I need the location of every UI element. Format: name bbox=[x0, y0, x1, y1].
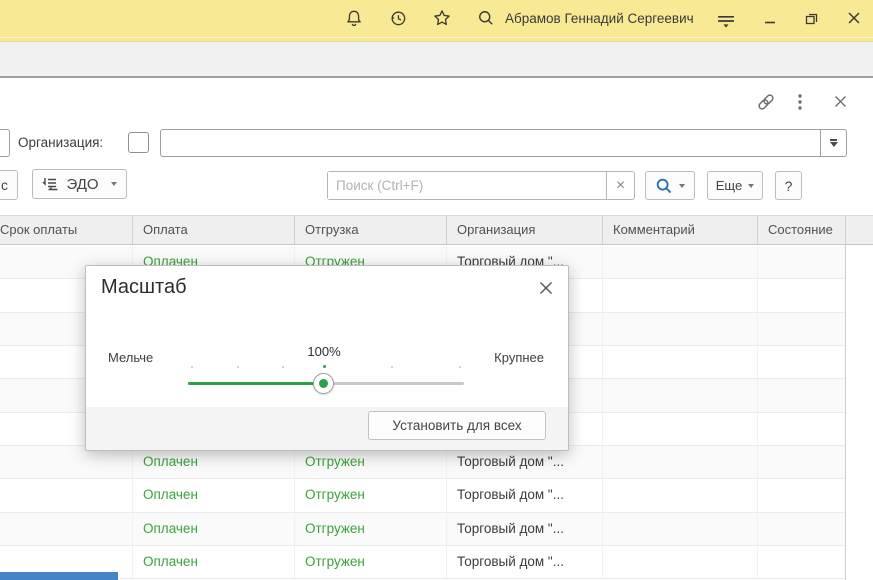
history-icon[interactable] bbox=[388, 8, 408, 28]
cell-state bbox=[758, 479, 845, 511]
cell-comment bbox=[603, 513, 758, 545]
slider-tick bbox=[282, 366, 284, 368]
cell-shipment: Отгружен bbox=[295, 546, 447, 578]
cell-organization: Торговый дом "... bbox=[447, 546, 603, 578]
zoom-slider-fill bbox=[188, 382, 324, 385]
zoom-dialog-footer: Установить для всех bbox=[86, 407, 568, 450]
zoom-dialog-close-icon[interactable] bbox=[538, 280, 554, 296]
cell-state bbox=[758, 513, 845, 545]
cell-state bbox=[758, 279, 845, 311]
more-caret-icon bbox=[748, 184, 754, 188]
organization-input[interactable] bbox=[161, 130, 820, 156]
app-toolbar-strip bbox=[0, 42, 873, 76]
cell-state bbox=[758, 346, 845, 378]
search-loupe-icon bbox=[655, 177, 673, 195]
slider-tick bbox=[237, 366, 239, 368]
cell-comment bbox=[603, 446, 758, 478]
global-search-icon[interactable] bbox=[476, 8, 496, 28]
partial-toolbar-button[interactable]: с bbox=[0, 170, 18, 200]
zoom-dialog: Масштаб Мельче Крупнее 100% Установить д… bbox=[85, 265, 569, 451]
close-form-icon[interactable] bbox=[833, 94, 848, 109]
partial-filter-field[interactable] bbox=[0, 129, 10, 157]
find-caret-icon bbox=[679, 184, 685, 188]
slider-tick bbox=[391, 366, 393, 368]
cell-organization: Торговый дом "... bbox=[447, 513, 603, 545]
edo-icon bbox=[42, 175, 60, 193]
cell-organization: Торговый дом "... bbox=[447, 479, 603, 511]
cell-payment: Оплачен bbox=[133, 479, 295, 511]
cell-comment bbox=[603, 379, 758, 411]
slider-tick bbox=[191, 366, 193, 368]
slider-tick-current bbox=[323, 365, 326, 368]
close-window-button[interactable] bbox=[846, 10, 862, 26]
column-shipment[interactable]: Отгрузка bbox=[295, 216, 447, 244]
column-comment[interactable]: Комментарий bbox=[603, 216, 758, 244]
favorites-star-icon[interactable] bbox=[432, 8, 452, 28]
apply-all-button[interactable]: Установить для всех bbox=[368, 411, 546, 440]
partial-selected-row[interactable] bbox=[0, 572, 118, 580]
notifications-bell-icon[interactable] bbox=[344, 8, 364, 28]
zoom-dialog-title: Масштаб bbox=[101, 276, 187, 299]
search-box: × bbox=[327, 171, 635, 200]
edo-caret-icon bbox=[111, 182, 117, 186]
cell-comment bbox=[603, 479, 758, 511]
table-row[interactable]: Оплачен Отгружен Торговый дом "... bbox=[0, 513, 845, 546]
column-due-date[interactable]: Срок оплаты bbox=[0, 216, 133, 244]
cell-comment bbox=[603, 313, 758, 345]
more-actions-dots-icon[interactable] bbox=[795, 93, 805, 111]
help-button[interactable]: ? bbox=[775, 171, 802, 200]
titlebar: Абрамов Геннадий Сергеевич bbox=[0, 0, 873, 37]
cell-payment: Оплачен bbox=[133, 513, 295, 545]
more-button[interactable]: Еще bbox=[707, 171, 763, 200]
cell-comment bbox=[603, 546, 758, 578]
slider-tick bbox=[459, 366, 461, 368]
table-row[interactable]: Оплачен Отгружен Торговый дом "... bbox=[0, 546, 845, 579]
cell-comment bbox=[603, 279, 758, 311]
cell-state bbox=[758, 413, 845, 445]
column-payment[interactable]: Оплата bbox=[133, 216, 295, 244]
cell-comment bbox=[603, 346, 758, 378]
organization-combo bbox=[160, 129, 847, 157]
zoom-value: 100% bbox=[307, 344, 340, 359]
search-input[interactable] bbox=[328, 172, 606, 199]
zoom-slider-thumb[interactable] bbox=[313, 373, 334, 394]
cell-comment bbox=[603, 413, 758, 445]
service-menu-icon[interactable] bbox=[716, 11, 736, 31]
clear-search-icon[interactable]: × bbox=[606, 172, 634, 199]
get-link-icon[interactable] bbox=[756, 92, 776, 112]
cell-comment bbox=[603, 246, 758, 278]
cell-state bbox=[758, 379, 845, 411]
restore-window-button[interactable] bbox=[804, 10, 820, 26]
minimize-button[interactable] bbox=[762, 10, 778, 26]
organization-checkbox[interactable] bbox=[128, 132, 149, 153]
cell-state bbox=[758, 246, 845, 278]
edo-button-label: ЭДО bbox=[66, 176, 98, 193]
content-divider bbox=[0, 76, 873, 78]
more-button-label: Еще bbox=[716, 178, 742, 193]
cell-state bbox=[758, 546, 845, 578]
cell-state bbox=[758, 313, 845, 345]
cell-state bbox=[758, 446, 845, 478]
table-header: Срок оплаты Оплата Отгрузка Организация … bbox=[0, 215, 873, 245]
find-button[interactable] bbox=[645, 171, 695, 200]
cell-due-date bbox=[0, 479, 133, 511]
current-user[interactable]: Абрамов Геннадий Сергеевич bbox=[505, 0, 694, 37]
column-organization[interactable]: Организация bbox=[447, 216, 603, 244]
edo-button[interactable]: ЭДО bbox=[32, 169, 127, 199]
organization-label: Организация: bbox=[18, 129, 103, 157]
organization-dropdown-icon[interactable] bbox=[820, 130, 846, 156]
cell-shipment: Отгружен bbox=[295, 513, 447, 545]
column-state[interactable]: Состояние bbox=[758, 216, 873, 244]
cell-payment: Оплачен bbox=[133, 546, 295, 578]
cell-due-date bbox=[0, 513, 133, 545]
table-right-border bbox=[845, 215, 846, 580]
table-row[interactable]: Оплачен Отгружен Торговый дом "... bbox=[0, 479, 845, 512]
table-row[interactable]: Оплачен Отгружен Торговый дом "... bbox=[0, 446, 845, 479]
cell-shipment: Отгружен bbox=[295, 479, 447, 511]
zoom-smaller-label: Мельче bbox=[108, 350, 153, 365]
app-window: Абрамов Геннадий Сергеевич Организация: … bbox=[0, 0, 873, 580]
zoom-larger-label: Крупнее bbox=[494, 350, 544, 365]
